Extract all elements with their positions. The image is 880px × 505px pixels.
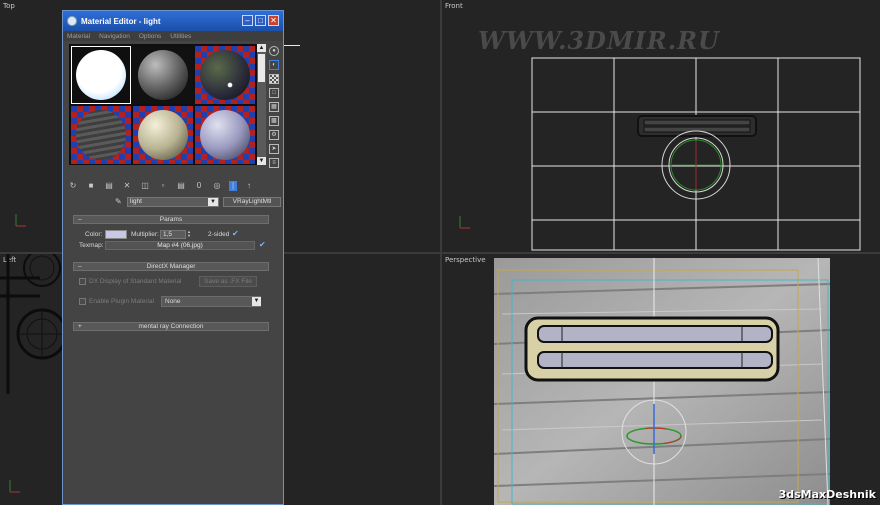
multiplier-value: 1,5	[163, 231, 173, 238]
viewport-front[interactable]: Front WWW.3DMIR.RU	[442, 0, 880, 252]
two-sided-checkbox[interactable]: ✔	[232, 230, 240, 238]
menu-material[interactable]: Material	[67, 33, 90, 40]
directx-rollout-header[interactable]: – DirectX Manager	[73, 262, 269, 271]
maximize-button[interactable]: □	[255, 15, 266, 26]
color-label: Color:	[85, 231, 103, 238]
expand-icon: +	[78, 323, 82, 330]
material-sphere	[200, 110, 250, 160]
sample-slot-6[interactable]	[195, 106, 255, 164]
select-by-material-icon[interactable]: ➤	[269, 144, 279, 154]
put-to-library-icon[interactable]: ▤	[175, 181, 187, 191]
scroll-thumb[interactable]	[258, 54, 265, 82]
options-icon[interactable]: ⚙	[269, 130, 279, 140]
scroll-down-icon[interactable]: ▼	[257, 157, 266, 165]
menu-utilities[interactable]: Utilities	[170, 33, 191, 40]
mentalray-rollout-header[interactable]: + mental ray Connection	[73, 322, 269, 331]
multiplier-spinner-arrows-icon[interactable]: ▲ ▼	[187, 230, 192, 239]
material-sphere	[138, 110, 188, 160]
plugin-material-select[interactable]: None	[161, 296, 261, 307]
close-button[interactable]: ✕	[268, 15, 279, 26]
menu-navigation[interactable]: Navigation	[99, 33, 130, 40]
multiplier-label: Multiplier:	[131, 231, 159, 238]
texmap-value: Map #4 (06.jpg)	[157, 242, 203, 249]
multiplier-spinner[interactable]: 1,5	[160, 230, 186, 239]
axis-tripod-icon	[459, 216, 470, 229]
collapse-icon: –	[78, 216, 82, 223]
material-map-navigator-icon[interactable]: ≡	[269, 158, 279, 168]
save-fx-button[interactable]: Save as .FX File	[199, 276, 257, 287]
axis-tripod-icon	[15, 214, 26, 227]
material-editor-title: Material Editor - light	[81, 16, 161, 26]
viewport-perspective[interactable]: Perspective 3dsMaxDeshnik	[442, 254, 880, 505]
watermark-3dsmaxdeshnik: 3dsMaxDeshnik	[778, 488, 876, 501]
plugin-material-value: None	[165, 298, 181, 305]
color-swatch[interactable]	[105, 230, 127, 239]
params-rollout-header[interactable]: – Params	[73, 215, 269, 224]
sample-slot-1[interactable]	[71, 46, 131, 104]
sample-slot-2[interactable]	[133, 46, 193, 104]
material-effects-channel-icon[interactable]: 0	[193, 181, 205, 191]
mentalray-title: mental ray Connection	[138, 323, 204, 330]
go-to-parent-icon[interactable]: ↑	[243, 181, 255, 191]
save-fx-label: Save as .FX File	[204, 278, 252, 285]
enable-plugin-checkbox[interactable]	[79, 298, 86, 305]
reset-icon[interactable]: ✕	[121, 181, 133, 191]
app-icon	[67, 16, 77, 26]
backlight-icon[interactable]: ◐	[269, 60, 279, 70]
sample-uv-icon[interactable]: □	[269, 88, 279, 98]
menu-bar: Material Navigation Options Utilities	[63, 31, 283, 41]
sample-slot-5[interactable]	[133, 106, 193, 164]
dx-display-label: DX Display of Standard Material	[89, 278, 182, 285]
show-end-result-icon[interactable]: |	[229, 181, 237, 191]
plugin-dropdown-icon[interactable]: ▼	[252, 297, 261, 306]
dx-display-checkbox[interactable]	[79, 278, 86, 285]
perspective-scene	[493, 257, 831, 505]
front-pointer-line	[284, 45, 300, 46]
sample-slot-3[interactable]	[195, 46, 255, 104]
make-preview-icon[interactable]: ▩	[269, 116, 279, 126]
axis-tripod-icon	[9, 480, 20, 493]
viewport-top-label[interactable]: Top	[3, 2, 15, 10]
make-unique-icon[interactable]: ▫	[157, 181, 169, 191]
assign-to-selection-icon[interactable]: ▤	[103, 181, 115, 191]
material-sphere	[138, 50, 188, 100]
side-toolbar: ● ◐ □ ▦ ▩ ⚙ ➤ ≡	[268, 44, 281, 172]
sample-type-icon[interactable]: ●	[269, 46, 279, 56]
front-grid	[531, 57, 861, 251]
enable-plugin-label: Enable Plugin Material	[89, 298, 155, 305]
directx-title: DirectX Manager	[146, 263, 196, 270]
material-toolbar: ↻ ■ ▤ ✕ ◫ ▫ ▤ 0 ◎ | ↑	[67, 181, 281, 193]
material-name-value: light	[130, 198, 142, 205]
material-editor-window[interactable]: Material Editor - light – □ ✕ Material N…	[62, 10, 284, 505]
sample-slots	[69, 44, 257, 165]
background-checker-icon[interactable]	[269, 74, 279, 84]
material-type-button[interactable]: VRayLightMtl	[223, 197, 281, 207]
copy-material-icon[interactable]: ◫	[139, 181, 151, 191]
left-view-geometry	[0, 254, 68, 394]
slots-scrollbar[interactable]: ▲ ▼	[257, 44, 266, 165]
two-sided-label: 2-sided	[208, 231, 230, 238]
minimize-button[interactable]: –	[242, 15, 253, 26]
material-sphere	[200, 50, 250, 100]
material-name-dropdown-icon[interactable]: ▼	[208, 198, 218, 206]
material-name-field[interactable]: light	[127, 197, 219, 207]
collapse-icon: –	[78, 263, 82, 270]
material-type-label: VRayLightMtl	[232, 198, 272, 205]
scroll-up-icon[interactable]: ▲	[257, 44, 266, 52]
menu-options[interactable]: Options	[139, 33, 161, 40]
params-title: Params	[159, 216, 183, 223]
pick-material-icon[interactable]: ✎	[115, 197, 125, 207]
show-map-icon[interactable]: ◎	[211, 181, 223, 191]
material-sphere	[76, 50, 126, 100]
texmap-enable-checkbox[interactable]: ✔	[259, 241, 267, 249]
video-color-check-icon[interactable]: ▦	[269, 102, 279, 112]
get-material-icon[interactable]: ↻	[67, 181, 79, 191]
texmap-button[interactable]: Map #4 (06.jpg)	[105, 241, 255, 250]
texmap-label: Texmap:	[79, 242, 104, 249]
material-sphere	[76, 110, 126, 160]
put-to-scene-icon[interactable]: ■	[85, 181, 97, 191]
sample-slot-4[interactable]	[71, 106, 131, 164]
